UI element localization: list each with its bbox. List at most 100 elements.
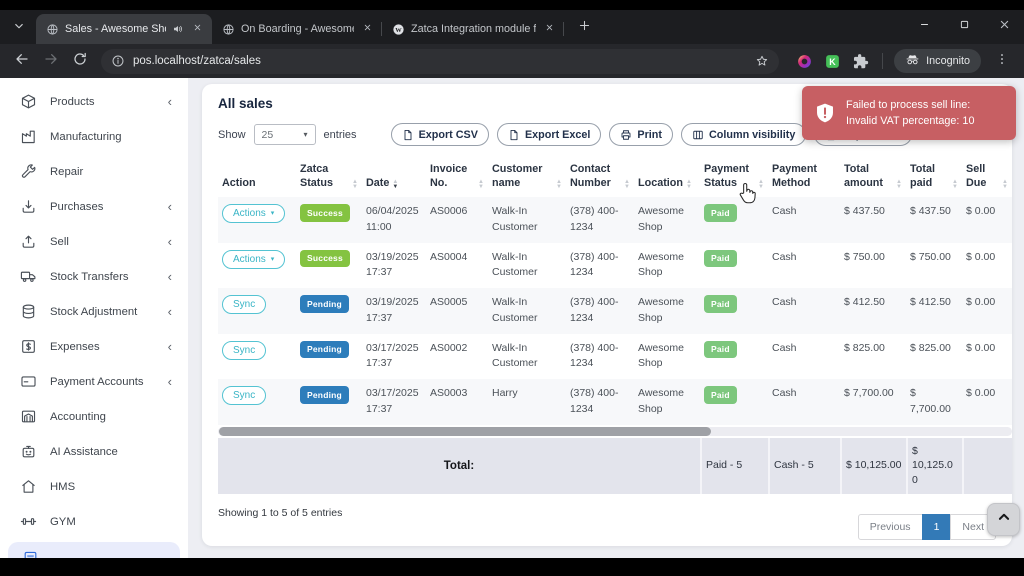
- new-tab-button[interactable]: [572, 16, 596, 40]
- scrollbar-thumb[interactable]: [219, 427, 711, 436]
- sort-icon[interactable]: ▲▼: [1002, 180, 1008, 189]
- chevron-up-icon: [995, 508, 1013, 531]
- column-header[interactable]: Zatca Status ▲▼: [296, 162, 362, 197]
- total-paid-sum: $ 10,125.00: [912, 444, 958, 488]
- sort-icon[interactable]: ▲▼: [352, 180, 358, 189]
- plus-icon: [577, 18, 592, 38]
- zatca-status-badge: Pending: [300, 295, 349, 313]
- puzzle-icon[interactable]: [852, 53, 869, 70]
- tab-search-button[interactable]: [8, 17, 30, 39]
- sidebar-item-label: Manufacturing: [50, 131, 122, 143]
- sort-icon[interactable]: ▲▼: [686, 180, 692, 189]
- page-number-button[interactable]: 1: [922, 514, 952, 540]
- total-label: Total:: [218, 438, 700, 494]
- maximize-button[interactable]: [944, 10, 984, 44]
- column-header[interactable]: Sell Due ▲▼: [962, 162, 1012, 197]
- forward-button[interactable]: [39, 49, 63, 73]
- contact-cell: (378) 400-1234: [566, 197, 634, 243]
- table-header-row: Action ▲▼ Zatca Status ▲▼ Date ▲▼: [218, 162, 1012, 197]
- sidebar-item-label: HMS: [50, 481, 75, 493]
- sidebar-item[interactable]: Expenses ‹: [0, 329, 188, 364]
- browser-tab[interactable]: W Zatca Integration module for U: [382, 14, 564, 44]
- previous-page-button[interactable]: Previous: [858, 514, 923, 540]
- extension-k-icon[interactable]: K: [824, 53, 841, 70]
- sidebar-item[interactable]: GYM ‹: [0, 504, 188, 539]
- sort-icon[interactable]: ▲▼: [952, 180, 958, 189]
- sidebar-item[interactable]: Products ‹: [0, 84, 188, 119]
- browser-tab[interactable]: Sales - Awesome Shop: [36, 14, 212, 44]
- browser-tab[interactable]: On Boarding - Awesome Shop: [212, 14, 382, 44]
- scroll-to-top-button[interactable]: [987, 503, 1020, 536]
- sidebar-item[interactable]: Payment Accounts ‹: [0, 364, 188, 399]
- printer-icon: [620, 129, 632, 141]
- toast-message: Failed to process sell line: Invalid VAT…: [846, 97, 1004, 129]
- sidebar-item[interactable]: HMS ‹: [0, 469, 188, 504]
- sidebar-item-selected[interactable]: [8, 542, 180, 558]
- column-header[interactable]: Date ▲▼: [362, 176, 426, 197]
- sidebar-item[interactable]: Manufacturing ‹: [0, 119, 188, 154]
- address-bar[interactable]: pos.localhost/zatca/sales: [101, 49, 779, 74]
- entries-select[interactable]: 25 ▾: [254, 124, 316, 145]
- info-icon[interactable]: [111, 54, 125, 68]
- sidebar-item[interactable]: AI Assistance ‹: [0, 434, 188, 469]
- sort-icon[interactable]: ▲▼: [896, 180, 902, 189]
- column-header[interactable]: Action ▲▼: [218, 176, 296, 197]
- error-toast[interactable]: Failed to process sell line: Invalid VAT…: [802, 86, 1016, 140]
- sidebar-item[interactable]: Stock Transfers ‹: [0, 259, 188, 294]
- tab-close-button[interactable]: [190, 22, 204, 36]
- payment-method-cell: Cash: [768, 243, 840, 289]
- row-action-button[interactable]: Sync▾: [222, 295, 266, 314]
- back-button[interactable]: [10, 49, 34, 73]
- row-action-button[interactable]: Sync▾: [222, 341, 266, 360]
- export-button[interactable]: Column visibility: [681, 123, 806, 146]
- sidebar-item[interactable]: Sell ‹: [0, 224, 188, 259]
- date-cell: 03/19/2025 17:37: [362, 288, 426, 334]
- sales-card: All sales Show 25 ▾ entries Export CSV: [202, 84, 1012, 546]
- minimize-button[interactable]: [904, 10, 944, 44]
- sort-icon[interactable]: ▲▼: [624, 180, 630, 189]
- sell-due-cell: $ 0.00: [962, 334, 1012, 380]
- row-action-button[interactable]: Sync▾: [222, 386, 266, 405]
- sidebar-item[interactable]: Stock Adjustment ‹: [0, 294, 188, 329]
- tab-close-button[interactable]: [360, 22, 374, 36]
- showing-entries-text: Showing 1 to 5 of 5 entries: [218, 507, 342, 519]
- column-header[interactable]: Invoice No. ▲▼: [426, 162, 488, 197]
- export-button[interactable]: Export CSV: [391, 123, 489, 146]
- table-body: Actions▾ Success 06/04/2025 11:00 AS0006…: [218, 197, 1012, 425]
- chevron-left-icon: ‹: [168, 235, 172, 248]
- horizontal-scrollbar[interactable]: [218, 427, 1012, 436]
- reload-button[interactable]: [68, 49, 92, 73]
- column-header[interactable]: Contact Number ▲▼: [566, 162, 634, 197]
- extension-gradient-icon[interactable]: [796, 53, 813, 70]
- chevron-left-icon: ‹: [168, 375, 172, 388]
- column-header[interactable]: Payment Status ▲▼: [700, 162, 768, 197]
- sort-icon[interactable]: ▲▼: [478, 180, 484, 189]
- customer-cell: Harry: [488, 379, 566, 425]
- tab-strip: Sales - Awesome Shop On Boarding - Aweso…: [0, 10, 1024, 44]
- sort-icon[interactable]: ▲▼: [392, 180, 398, 189]
- expense-icon: [20, 338, 37, 355]
- location-cell: Awesome Shop: [634, 288, 700, 334]
- export-button[interactable]: Export Excel: [497, 123, 601, 146]
- column-header[interactable]: Total amount ▲▼: [840, 162, 906, 197]
- export-button[interactable]: Print: [609, 123, 673, 146]
- star-icon[interactable]: [755, 54, 769, 68]
- column-header[interactable]: Total paid ▲▼: [906, 162, 962, 197]
- close-window-button[interactable]: [984, 10, 1024, 44]
- column-header[interactable]: Location ▲▼: [634, 176, 700, 197]
- column-header[interactable]: Customer name ▲▼: [488, 162, 566, 197]
- payment-status-badge: Paid: [704, 250, 737, 268]
- row-action-button[interactable]: Actions▾: [222, 250, 285, 269]
- tab-close-button[interactable]: [542, 22, 556, 36]
- sort-icon[interactable]: ▲▼: [556, 180, 562, 189]
- menu-button[interactable]: [990, 49, 1014, 73]
- column-header[interactable]: Payment Method ▲▼: [768, 162, 840, 197]
- sidebar-item[interactable]: Accounting ‹: [0, 399, 188, 434]
- sort-icon[interactable]: ▲▼: [758, 180, 764, 189]
- row-action-button[interactable]: Actions▾: [222, 204, 285, 223]
- purchase-icon: [20, 198, 37, 215]
- payment-status-badge: Paid: [704, 204, 737, 222]
- sidebar-item[interactable]: Purchases ‹: [0, 189, 188, 224]
- browser-window: Sales - Awesome Shop On Boarding - Aweso…: [0, 10, 1024, 558]
- sidebar-item[interactable]: Repair ‹: [0, 154, 188, 189]
